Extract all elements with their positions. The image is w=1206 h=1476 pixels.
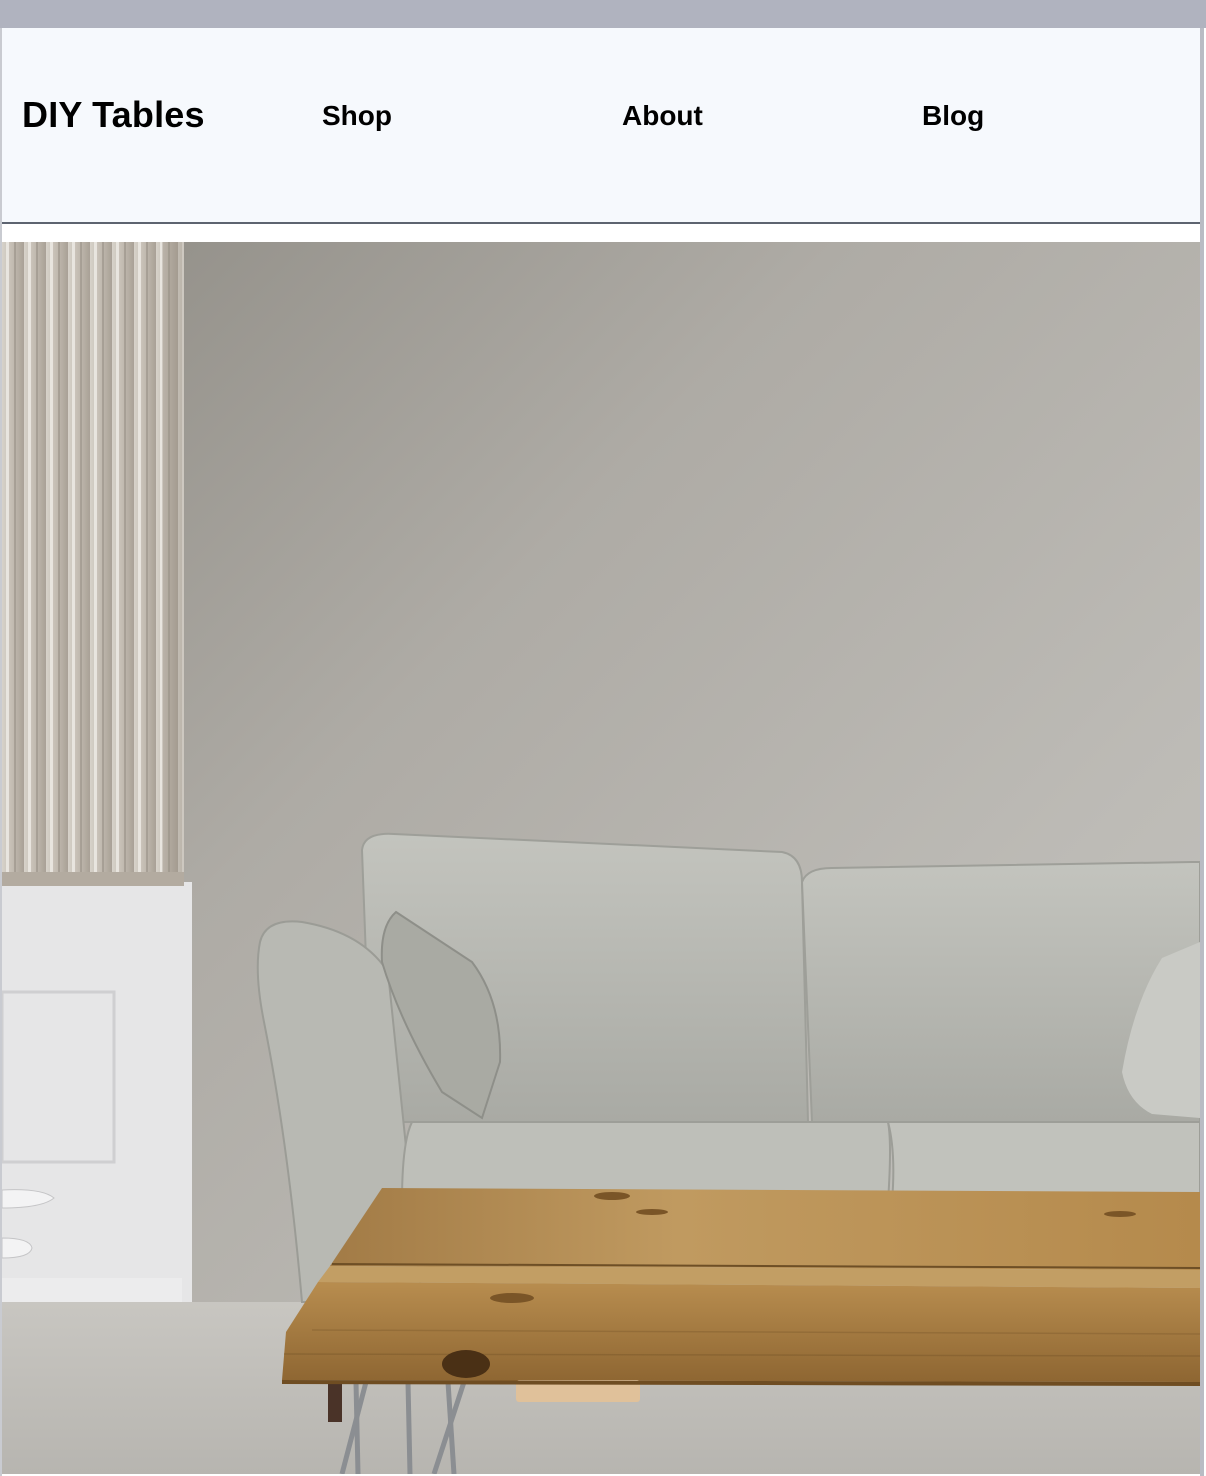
header-spacer <box>2 224 1200 242</box>
living-room-photo <box>2 242 1200 1474</box>
nav-link-about[interactable]: About <box>622 100 703 132</box>
hero-image <box>2 242 1200 1474</box>
page-frame: DIY Tables Shop About Blog <box>0 28 1204 1476</box>
nav-link-shop[interactable]: Shop <box>322 100 392 132</box>
site-header: DIY Tables Shop About Blog <box>2 28 1200 224</box>
browser-top-strip <box>0 0 1206 28</box>
site-logo-text[interactable]: DIY Tables <box>22 94 205 136</box>
nav-link-blog[interactable]: Blog <box>922 100 984 132</box>
